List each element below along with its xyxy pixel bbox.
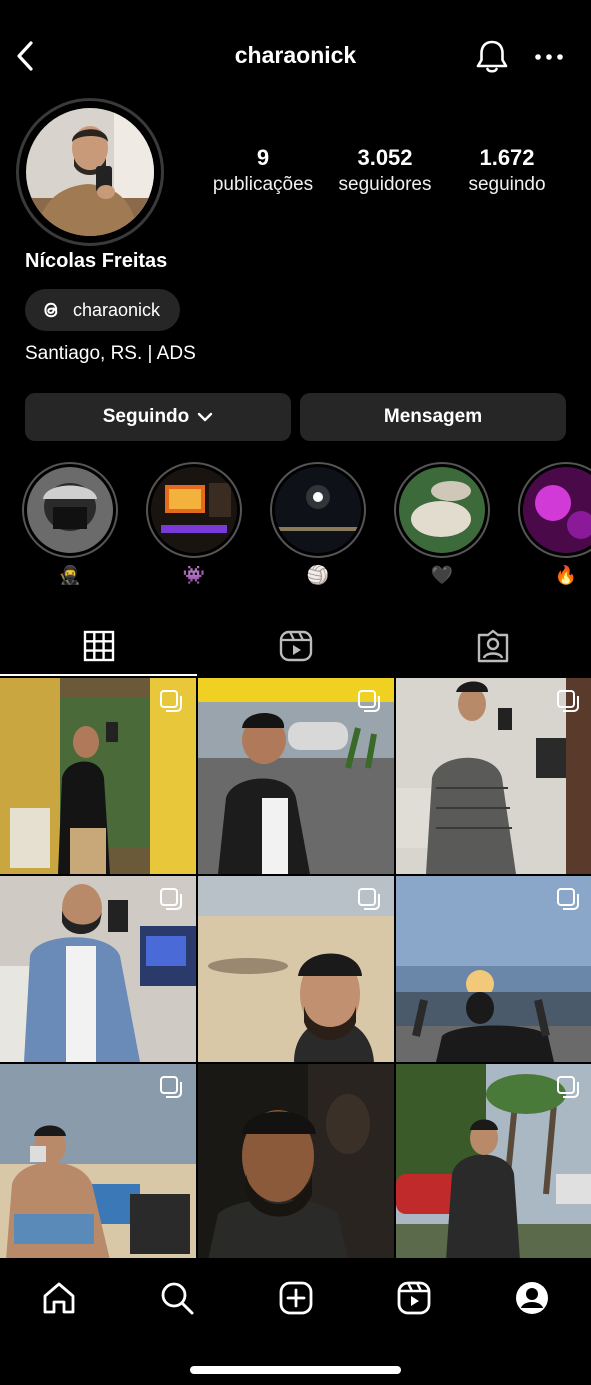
tab-reels[interactable] xyxy=(197,618,394,674)
profile-icon xyxy=(515,1282,548,1314)
highlight-ring xyxy=(146,462,242,558)
highlight-label: 🥷 xyxy=(58,565,82,585)
following-button[interactable]: Seguindo xyxy=(25,393,291,441)
post-thumbnail[interactable] xyxy=(396,678,591,874)
following-count: 1.672 xyxy=(479,145,535,170)
nav-home[interactable] xyxy=(0,1258,118,1338)
nav-reels[interactable] xyxy=(355,1258,473,1338)
post-thumbnail[interactable] xyxy=(198,678,394,874)
highlight-ring xyxy=(518,462,591,558)
tagged-icon xyxy=(477,629,508,663)
highlight-cover xyxy=(27,467,113,553)
followers-label: seguidores xyxy=(338,174,432,195)
posts-stat[interactable]: 9 publicações xyxy=(200,144,326,198)
multiple-photos-icon xyxy=(358,888,380,910)
following-stat[interactable]: 1.672 seguindo xyxy=(444,144,570,198)
highlight-item[interactable]: 🥷 xyxy=(22,462,118,588)
message-button[interactable]: Mensagem xyxy=(300,393,566,441)
chevron-down-icon xyxy=(198,412,213,422)
highlight-item[interactable]: 🔥 xyxy=(518,462,591,588)
more-dots-icon xyxy=(535,54,563,60)
message-button-label: Mensagem xyxy=(383,406,483,427)
story-highlights: 🥷 👾 🏐 🖤 🔥 xyxy=(0,462,591,592)
highlight-item[interactable]: 🖤 xyxy=(394,462,490,588)
tab-posts[interactable] xyxy=(0,618,197,676)
search-icon xyxy=(161,1282,194,1315)
threads-badge[interactable]: charaonick xyxy=(25,289,180,331)
reels-icon xyxy=(397,1281,431,1315)
highlight-ring xyxy=(394,462,490,558)
multiple-photos-icon xyxy=(557,888,579,910)
more-options-button[interactable] xyxy=(532,44,566,70)
post-thumbnail[interactable] xyxy=(198,1064,394,1260)
followers-stat[interactable]: 3.052 seguidores xyxy=(326,144,444,198)
notifications-button[interactable] xyxy=(474,38,510,76)
home-icon xyxy=(43,1282,75,1314)
home-indicator[interactable] xyxy=(190,1366,401,1374)
profile-avatar[interactable] xyxy=(16,98,164,246)
bell-icon xyxy=(476,40,508,73)
bottom-navigation xyxy=(0,1258,591,1338)
highlight-cover xyxy=(399,467,485,553)
posts-count: 9 xyxy=(256,145,270,170)
profile-stats: 9 publicações 3.052 seguidores 1.672 seg… xyxy=(200,144,570,198)
highlight-cover xyxy=(523,467,591,553)
grid-icon xyxy=(83,630,114,662)
highlight-label: 🖤 xyxy=(430,565,454,585)
highlight-cover xyxy=(275,467,361,553)
post-thumbnail[interactable] xyxy=(396,876,591,1062)
highlight-ring xyxy=(22,462,118,558)
nav-profile[interactable] xyxy=(473,1258,591,1338)
multiple-photos-icon xyxy=(557,690,579,712)
profile-tabs xyxy=(0,618,591,676)
multiple-photos-icon xyxy=(557,1076,579,1098)
followers-count: 3.052 xyxy=(357,145,413,170)
post-thumbnail[interactable] xyxy=(0,876,196,1062)
profile-bio: Santiago, RS. | ADS xyxy=(25,343,196,364)
highlight-label: 👾 xyxy=(182,565,206,585)
highlight-label: 🏐 xyxy=(306,565,330,585)
post-thumbnail[interactable] xyxy=(0,678,196,874)
posts-label: publicações xyxy=(212,174,314,195)
multiple-photos-icon xyxy=(160,888,182,910)
tab-tagged[interactable] xyxy=(394,618,591,674)
following-button-label: Seguindo xyxy=(102,406,190,427)
post-thumbnail[interactable] xyxy=(198,876,394,1062)
threads-handle: charaonick xyxy=(73,299,161,320)
threads-icon xyxy=(44,302,58,318)
highlight-cover xyxy=(151,467,237,553)
nav-search[interactable] xyxy=(118,1258,236,1338)
post-image xyxy=(198,1064,394,1260)
reels-icon xyxy=(279,630,312,662)
avatar-photo xyxy=(26,108,154,236)
post-thumbnail[interactable] xyxy=(396,1064,591,1260)
post-thumbnail[interactable] xyxy=(0,1064,196,1260)
highlight-item[interactable]: 👾 xyxy=(146,462,242,588)
profile-full-name: Nícolas Freitas xyxy=(25,250,168,272)
posts-grid xyxy=(0,678,591,1260)
highlight-label: 🔥 xyxy=(554,565,578,585)
highlight-ring xyxy=(270,462,366,558)
highlight-item[interactable]: 🏐 xyxy=(270,462,366,588)
multiple-photos-icon xyxy=(160,690,182,712)
add-post-icon xyxy=(279,1281,312,1315)
multiple-photos-icon xyxy=(160,1076,182,1098)
following-label: seguindo xyxy=(468,174,546,195)
nav-create[interactable] xyxy=(236,1258,354,1338)
multiple-photos-icon xyxy=(358,690,380,712)
top-bar: charaonick xyxy=(0,0,591,112)
